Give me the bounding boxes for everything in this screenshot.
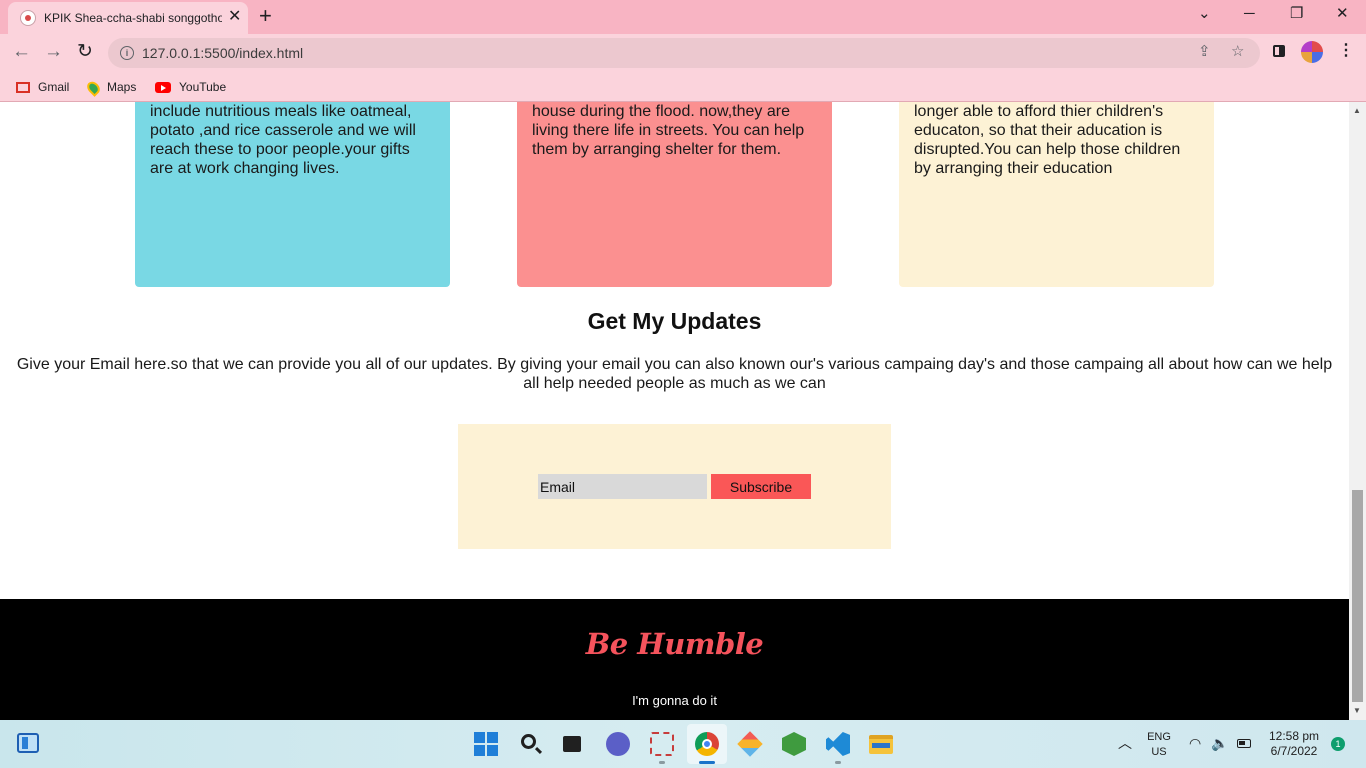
teams-chat-icon[interactable] bbox=[606, 732, 630, 756]
bookmark-star-icon[interactable]: ☆ bbox=[1231, 43, 1244, 61]
task-view-icon[interactable] bbox=[563, 736, 581, 752]
page-viewport: include nutritious meals like oatmeal, p… bbox=[0, 102, 1349, 720]
show-hidden-icons-chevron-icon[interactable]: ︿ bbox=[1118, 733, 1132, 753]
donation-card-education: longer able to afford thier children's e… bbox=[899, 102, 1214, 287]
scroll-down-arrow-icon[interactable]: ▼ bbox=[1353, 706, 1361, 715]
site-footer: Be Humble I'm gonna do it bbox=[0, 599, 1349, 720]
page-scrollbar[interactable]: ▲ ▼ bbox=[1349, 102, 1366, 720]
bookmark-label: YouTube bbox=[179, 80, 227, 94]
bookmarks-bar: Gmail Maps YouTube bbox=[0, 72, 1366, 102]
footer-brand-logo: Be Humble bbox=[585, 627, 764, 661]
youtube-icon bbox=[155, 82, 171, 94]
close-window-button[interactable]: ✕ bbox=[1336, 4, 1349, 24]
active-indicator bbox=[699, 761, 715, 764]
browser-toolbar: ← → ↻ i 127.0.0.1:5500/index.html ⇪ ☆ ⋮ bbox=[0, 34, 1366, 72]
bookmark-maps[interactable]: Maps bbox=[84, 77, 137, 97]
back-button[interactable]: ← bbox=[12, 41, 31, 63]
browser-tab-bar: KPIK Shea-ccha-shabi songgothon ✕ + ⌄ ─ … bbox=[0, 0, 1366, 34]
region-label: US bbox=[1151, 746, 1167, 758]
browser-tab[interactable]: KPIK Shea-ccha-shabi songgothon ✕ bbox=[8, 2, 248, 34]
maps-icon bbox=[84, 78, 103, 97]
bookmark-gmail[interactable]: Gmail bbox=[16, 77, 69, 97]
gmail-icon bbox=[16, 82, 30, 94]
app-launcher-icon[interactable] bbox=[737, 731, 763, 757]
clock-date: 6/7/2022 bbox=[1270, 744, 1318, 758]
windows-taskbar: ︿ ENG US ◠ 🔈 12:58 pm 6/7/2022 1 bbox=[0, 720, 1366, 768]
share-icon[interactable]: ⇪ bbox=[1198, 43, 1211, 61]
address-bar[interactable]: i 127.0.0.1:5500/index.html ⇪ ☆ bbox=[108, 38, 1260, 68]
bookmark-label: Maps bbox=[107, 80, 137, 94]
site-info-icon[interactable]: i bbox=[120, 46, 134, 60]
bookmark-youtube[interactable]: YouTube bbox=[155, 77, 226, 97]
donation-card-food: include nutritious meals like oatmeal, p… bbox=[135, 102, 450, 287]
file-explorer-icon[interactable] bbox=[869, 735, 893, 754]
clock-time: 12:58 pm bbox=[1268, 729, 1320, 743]
new-tab-button[interactable]: + bbox=[259, 4, 272, 28]
start-menu-icon[interactable] bbox=[474, 732, 498, 756]
updates-description: Give your Email here.so that we can prov… bbox=[16, 356, 1333, 392]
notification-badge[interactable]: 1 bbox=[1331, 737, 1345, 751]
forward-button[interactable]: → bbox=[44, 41, 63, 63]
wifi-icon[interactable]: ◠ bbox=[1189, 734, 1201, 752]
scroll-thumb[interactable] bbox=[1352, 490, 1363, 702]
profile-avatar[interactable] bbox=[1301, 41, 1323, 63]
search-icon[interactable] bbox=[521, 734, 536, 749]
running-indicator bbox=[835, 761, 841, 764]
reload-button[interactable]: ↻ bbox=[77, 41, 93, 63]
minimize-button[interactable]: ─ bbox=[1244, 4, 1255, 24]
updates-heading: Get My Updates bbox=[587, 308, 762, 334]
widgets-icon[interactable] bbox=[17, 733, 39, 753]
donation-card-shelter: house during the flood. now,they are liv… bbox=[517, 102, 832, 287]
card-text: house during the flood. now,they are liv… bbox=[532, 103, 805, 158]
bookmark-label: Gmail bbox=[38, 80, 70, 94]
card-text: include nutritious meals like oatmeal, p… bbox=[150, 103, 416, 177]
card-text: longer able to afford thier children's e… bbox=[914, 103, 1181, 177]
language-indicator[interactable]: ENG US bbox=[1146, 730, 1172, 760]
volume-icon[interactable]: 🔈 bbox=[1211, 734, 1228, 752]
scroll-up-arrow-icon[interactable]: ▲ bbox=[1353, 106, 1361, 115]
subscribe-button[interactable]: Subscribe bbox=[711, 474, 811, 499]
subscribe-form: Subscribe bbox=[458, 424, 891, 549]
battery-icon[interactable] bbox=[1237, 739, 1251, 748]
footer-tagline: I'm gonna do it bbox=[632, 693, 717, 708]
running-indicator bbox=[659, 761, 665, 764]
snipping-tool-icon[interactable] bbox=[650, 732, 674, 756]
restore-button[interactable]: ❐ bbox=[1290, 4, 1303, 24]
chrome-icon[interactable] bbox=[695, 732, 719, 756]
tab-search-icon[interactable]: ⌄ bbox=[1198, 4, 1211, 24]
vscode-icon[interactable] bbox=[826, 732, 850, 756]
language-label: ENG bbox=[1147, 731, 1171, 743]
nodejs-icon[interactable] bbox=[782, 732, 806, 756]
close-tab-icon[interactable]: ✕ bbox=[228, 8, 241, 26]
tab-title: KPIK Shea-ccha-shabi songgothon bbox=[44, 11, 222, 25]
site-favicon-icon bbox=[20, 10, 36, 26]
browser-menu-icon[interactable]: ⋮ bbox=[1338, 42, 1354, 60]
system-clock[interactable]: 12:58 pm 6/7/2022 bbox=[1262, 729, 1326, 759]
url-text[interactable]: 127.0.0.1:5500/index.html bbox=[142, 45, 303, 61]
side-panel-icon[interactable] bbox=[1273, 45, 1285, 57]
email-input[interactable] bbox=[538, 474, 707, 499]
